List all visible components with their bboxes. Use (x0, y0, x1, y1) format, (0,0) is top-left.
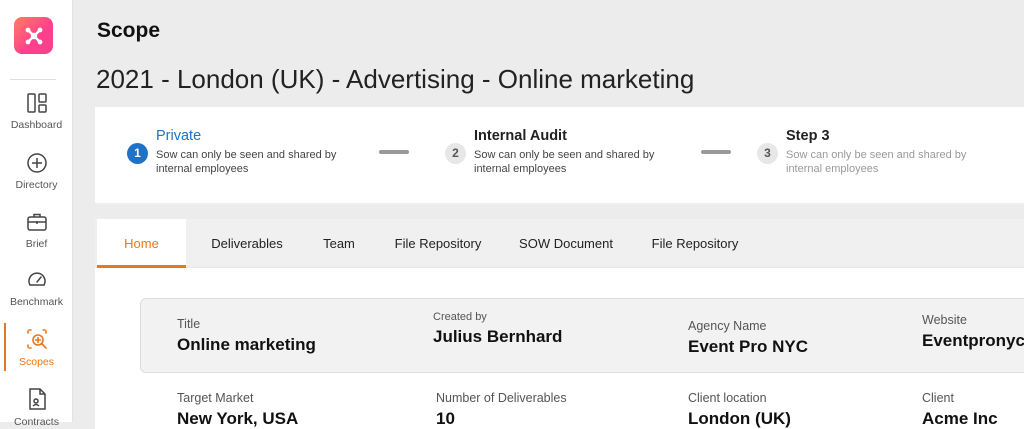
sidebar-item-label: Benchmark (9, 296, 64, 308)
field-value: New York, USA (177, 409, 299, 428)
sidebar-divider (10, 79, 56, 80)
logo-icon (25, 27, 42, 44)
step-number: 1 (127, 143, 148, 164)
sidebar-item-label: Directory (15, 179, 58, 191)
field-value: Event Pro NYC (688, 337, 808, 356)
field-label: Number of Deliverables (436, 391, 567, 405)
step-description: Sow can only be seen and shared by inter… (474, 149, 655, 175)
tab-file-repository[interactable]: File Repository (393, 219, 483, 268)
sidebar-item-directory[interactable]: Directory (0, 152, 73, 191)
field-client: Client Acme Inc (922, 391, 998, 429)
field-label: Target Market (177, 391, 254, 405)
sidebar-item-scopes[interactable]: Scopes (0, 327, 73, 368)
sidebar-item-dashboard[interactable]: Dashboard (0, 92, 73, 131)
field-label: Agency Name (688, 319, 767, 333)
step-description: Sow can only be seen and shared by inter… (786, 149, 967, 175)
tab-sow-document[interactable]: SOW Document (518, 219, 614, 268)
sidebar-item-brief[interactable]: Brief (0, 211, 73, 250)
field-label: Title (177, 317, 201, 331)
gauge-icon (27, 272, 46, 286)
step-connector (701, 150, 731, 154)
field-value: 10 (436, 409, 455, 428)
field-title: Title Online marketing (177, 317, 316, 355)
tab-bar: Home Deliverables Team File Repository S… (95, 219, 1024, 268)
step-number: 2 (445, 143, 466, 164)
field-label: Client (922, 391, 954, 405)
plus-circle-icon (26, 153, 47, 173)
field-client-location: Client location London (UK) (688, 391, 791, 429)
field-created-by: Created by Julius Bernhard (433, 311, 562, 347)
sidebar: Dashboard Directory Brief Benchmark Scop… (0, 0, 73, 428)
tab-deliverables[interactable]: Deliverables (207, 219, 287, 268)
field-value: London (UK) (688, 409, 791, 428)
field-value: Acme Inc (922, 409, 998, 428)
dashboard-icon (26, 93, 47, 113)
step-description: Sow can only be seen and shared by inter… (156, 149, 337, 175)
field-target-market: Target Market New York, USA (177, 391, 298, 429)
step-connector (379, 150, 409, 154)
field-label: Client location (688, 391, 767, 405)
scope-details-card: Home Deliverables Team File Repository S… (95, 219, 1024, 429)
field-agency-name: Agency Name Event Pro NYC (688, 319, 808, 357)
page-heading: Scope (97, 19, 161, 42)
contract-icon (28, 388, 46, 410)
main-content: Scope 2021 - London (UK) - Advertising -… (73, 0, 1024, 429)
sidebar-item-label: Brief (25, 238, 48, 250)
sidebar-item-benchmark[interactable]: Benchmark (0, 269, 73, 308)
field-value: Eventpronyc. (922, 331, 1024, 350)
status-stepper: 1 Private Sow can only be seen and share… (95, 107, 1024, 203)
page-title: 2021 - London (UK) - Advertising - Onlin… (96, 64, 695, 94)
step-number: 3 (757, 143, 778, 164)
tab-team[interactable]: Team (319, 219, 359, 268)
field-label: Created by (433, 311, 487, 323)
step-title: Private (156, 128, 202, 144)
field-website: Website Eventpronyc. (922, 313, 1024, 351)
field-number-of-deliverables: Number of Deliverables 10 (436, 391, 567, 429)
sidebar-item-label: Dashboard (10, 119, 63, 131)
app-logo[interactable] (14, 17, 53, 54)
field-value: Online marketing (177, 335, 316, 354)
sidebar-item-label: Scopes (18, 356, 55, 368)
briefcase-icon (26, 213, 47, 231)
tab-file-repository-2[interactable]: File Repository (649, 219, 741, 268)
step-title: Internal Audit (474, 128, 567, 144)
sidebar-item-label: Contracts (14, 416, 59, 428)
field-value: Julius Bernhard (433, 327, 563, 346)
scope-search-icon (26, 329, 47, 349)
field-label: Website (922, 313, 967, 327)
step-title: Step 3 (786, 128, 830, 144)
tab-home[interactable]: Home (97, 219, 186, 268)
